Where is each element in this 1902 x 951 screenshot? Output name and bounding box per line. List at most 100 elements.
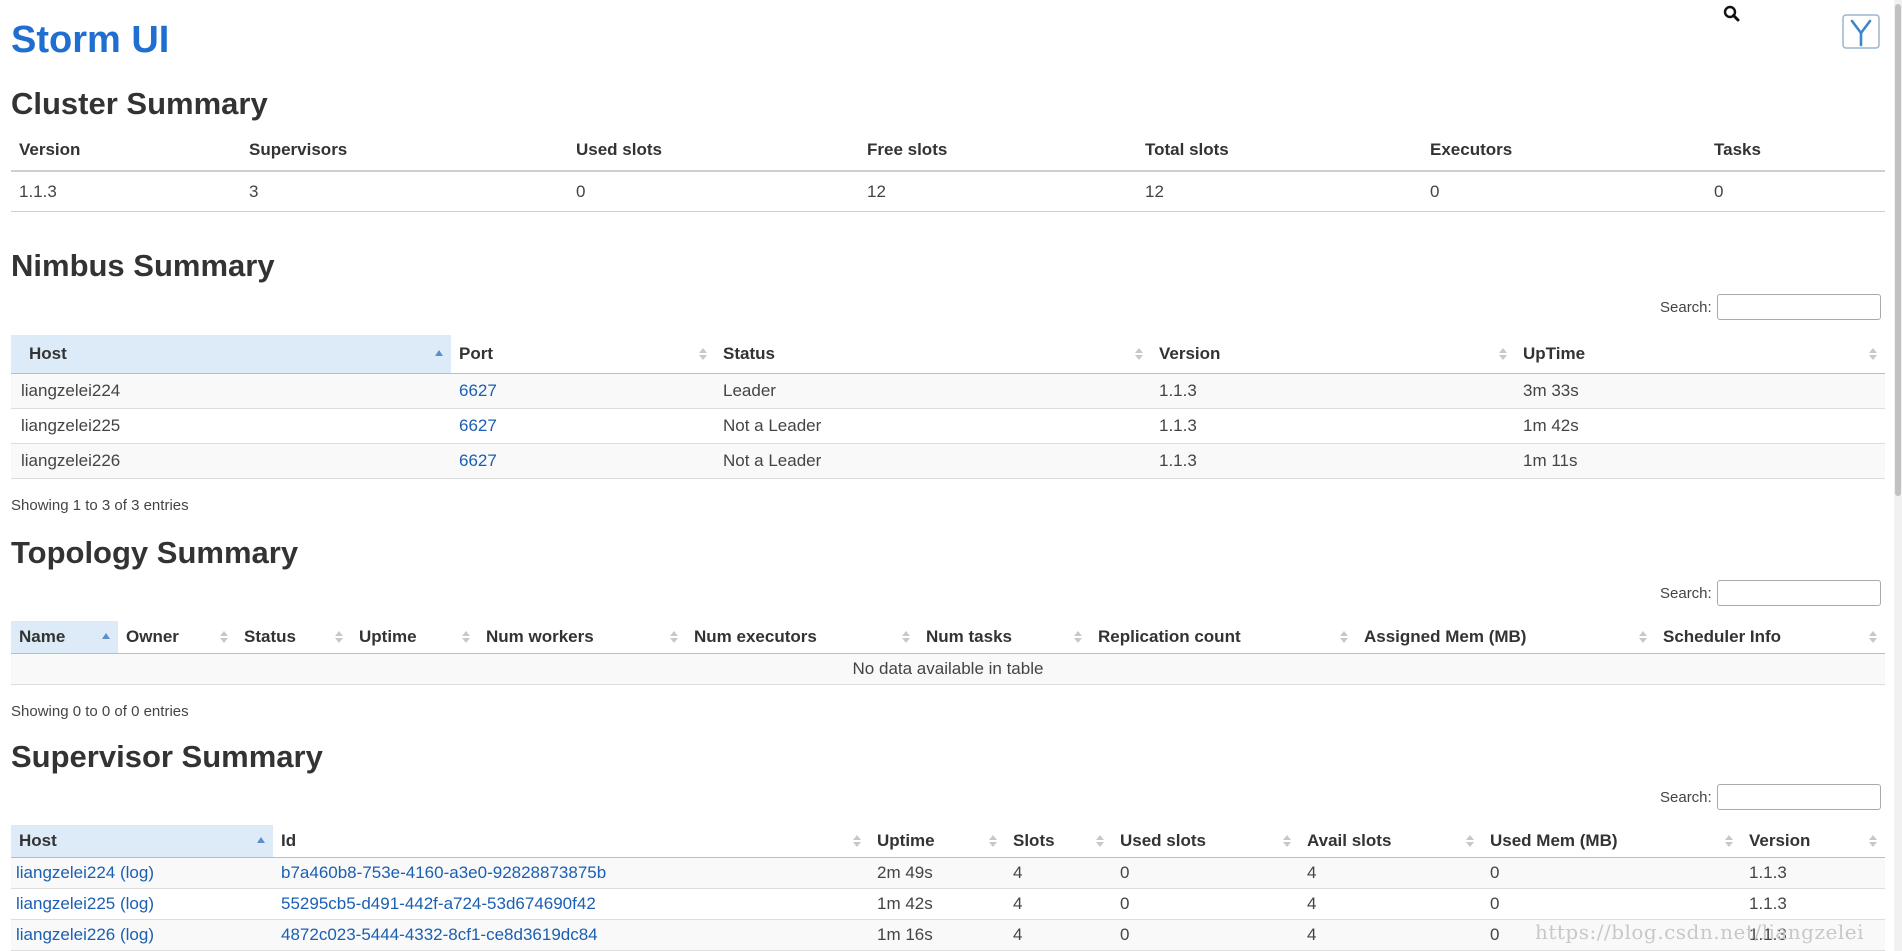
- table-row: 1.1.3 3 0 12 12 0 0: [11, 171, 1885, 212]
- supervisor-host-link[interactable]: liangzelei225: [16, 894, 115, 913]
- sort-icon: [1869, 347, 1877, 360]
- cell-uptime: 2m 49s: [869, 857, 1005, 889]
- cell-status: Leader: [715, 373, 1151, 409]
- column-header-num-executors[interactable]: Num executors: [686, 621, 918, 654]
- column-header-uptime[interactable]: Uptime: [869, 825, 1005, 858]
- column-header-uptime[interactable]: UpTime: [1515, 335, 1885, 374]
- supervisor-id-link[interactable]: b7a460b8-753e-4160-a3e0-92828873875b: [281, 863, 606, 882]
- column-header-replication-count[interactable]: Replication count: [1090, 621, 1356, 654]
- column-header-num-tasks[interactable]: Num tasks: [918, 621, 1090, 654]
- cell-avail-slots: 4: [1299, 919, 1482, 951]
- table-header-row: Version Supervisors Used slots Free slot…: [11, 130, 1885, 172]
- table-header-row: Name Owner Status Uptime Num workers Num…: [11, 621, 1885, 654]
- home-link[interactable]: Storm UI: [11, 19, 169, 61]
- topology-search-input[interactable]: [1717, 580, 1881, 606]
- nimbus-search-input[interactable]: [1717, 294, 1881, 320]
- supervisor-search-input[interactable]: [1717, 784, 1881, 810]
- column-header-used-slots[interactable]: Used slots: [1112, 825, 1299, 858]
- column-header-label: Port: [459, 343, 493, 363]
- cell-supervisors: 3: [241, 171, 568, 212]
- cell-used-mem: 0: [1482, 857, 1741, 889]
- page-scrollbar[interactable]: [1894, 0, 1902, 951]
- cell-uptime: 1m 16s: [869, 919, 1005, 951]
- column-header-label: Status: [723, 343, 775, 363]
- sort-icon: [462, 630, 470, 643]
- column-header-label: Host: [29, 343, 67, 363]
- column-header-uptime[interactable]: Uptime: [351, 621, 478, 654]
- column-header-used-mem[interactable]: Used Mem (MB): [1482, 825, 1741, 858]
- supervisor-summary-title: Supervisor Summary: [11, 739, 323, 774]
- column-header-status[interactable]: Status: [236, 621, 351, 654]
- supervisor-host-link[interactable]: liangzelei224: [16, 863, 115, 882]
- supervisor-id-link[interactable]: 4872c023-5444-4332-8cf1-ce8d3619dc84: [281, 925, 598, 944]
- column-header-id[interactable]: Id: [273, 825, 869, 858]
- table-row: No data available in table: [11, 653, 1885, 685]
- cell-slots: 4: [1005, 919, 1112, 951]
- magnifier-icon[interactable]: [1722, 4, 1742, 24]
- cell-used-slots: 0: [1112, 857, 1299, 889]
- scrollbar-thumb[interactable]: [1895, 4, 1901, 496]
- cell-host: liangzelei224: [11, 373, 451, 409]
- column-header-version[interactable]: Version: [1741, 825, 1885, 858]
- column-header-owner[interactable]: Owner: [118, 621, 236, 654]
- cell-version: 1.1.3: [11, 171, 241, 212]
- topology-summary-table: Name Owner Status Uptime Num workers Num…: [11, 621, 1885, 685]
- column-header-avail-slots[interactable]: Avail slots: [1299, 825, 1482, 858]
- column-header-status[interactable]: Status: [715, 335, 1151, 374]
- column-header-used-slots: Used slots: [568, 130, 859, 172]
- sort-icon: [1869, 834, 1877, 847]
- sort-icon: [670, 630, 678, 643]
- column-header-label: Version: [1159, 343, 1221, 363]
- table-row: liangzelei226 6627 Not a Leader 1.1.3 1m…: [11, 443, 1885, 479]
- cell-uptime: 3m 33s: [1515, 373, 1885, 409]
- column-header-scheduler-info[interactable]: Scheduler Info: [1655, 621, 1885, 654]
- sort-icon: [989, 834, 997, 847]
- sort-icon: [1135, 347, 1143, 360]
- sort-icon: [902, 630, 910, 643]
- supervisor-host-link[interactable]: liangzelei226: [16, 925, 115, 944]
- supervisor-log-link[interactable]: (log): [120, 925, 154, 944]
- cell-uptime: 1m 42s: [1515, 408, 1885, 444]
- cell-version: 1.1.3: [1151, 443, 1515, 479]
- sort-icon: [1096, 834, 1104, 847]
- supervisor-log-link[interactable]: (log): [120, 894, 154, 913]
- column-header-version[interactable]: Version: [1151, 335, 1515, 374]
- topology-summary-title: Topology Summary: [11, 535, 299, 570]
- column-header-label: Slots: [1013, 830, 1055, 850]
- cell-executors: 0: [1422, 171, 1706, 212]
- table-header-row: Host Id Uptime Slots Used slots Avail sl…: [11, 825, 1885, 858]
- column-header-label: UpTime: [1523, 343, 1586, 363]
- column-header-label: Replication count: [1098, 626, 1241, 646]
- table-row: liangzelei225 6627 Not a Leader 1.1.3 1m…: [11, 408, 1885, 444]
- supervisor-log-link[interactable]: (log): [120, 863, 154, 882]
- cell-version: 1.1.3: [1151, 408, 1515, 444]
- cell-avail-slots: 4: [1299, 888, 1482, 920]
- column-header-num-workers[interactable]: Num workers: [478, 621, 686, 654]
- port-link[interactable]: 6627: [459, 381, 497, 400]
- column-header-label: Uptime: [877, 830, 935, 850]
- column-header-label: Version: [1749, 830, 1811, 850]
- column-header-name[interactable]: Name: [11, 621, 118, 654]
- column-header-slots[interactable]: Slots: [1005, 825, 1112, 858]
- cell-host: liangzelei226: [11, 443, 451, 479]
- supervisor-id-link[interactable]: 55295cb5-d491-442f-a724-53d674690f42: [281, 894, 596, 913]
- column-header-port[interactable]: Port: [451, 335, 715, 374]
- sort-ascending-icon: [257, 836, 265, 843]
- sort-icon: [220, 630, 228, 643]
- sort-icon: [1499, 347, 1507, 360]
- column-header-host[interactable]: Host: [11, 335, 451, 374]
- cell-total-slots: 12: [1137, 171, 1422, 212]
- column-header-label: Id: [281, 830, 297, 850]
- port-link[interactable]: 6627: [459, 451, 497, 470]
- empty-table-message: No data available in table: [11, 653, 1885, 685]
- cell-tasks: 0: [1706, 171, 1885, 212]
- column-header-assigned-mem[interactable]: Assigned Mem (MB): [1356, 621, 1655, 654]
- y-logo-icon[interactable]: [1840, 12, 1884, 52]
- column-header-host[interactable]: Host: [11, 825, 273, 858]
- cell-status: Not a Leader: [715, 408, 1151, 444]
- column-header-free-slots: Free slots: [859, 130, 1137, 172]
- sort-icon: [853, 834, 861, 847]
- cell-used-slots: 0: [568, 171, 859, 212]
- topology-entries-info: Showing 0 to 0 of 0 entries: [11, 703, 189, 720]
- port-link[interactable]: 6627: [459, 416, 497, 435]
